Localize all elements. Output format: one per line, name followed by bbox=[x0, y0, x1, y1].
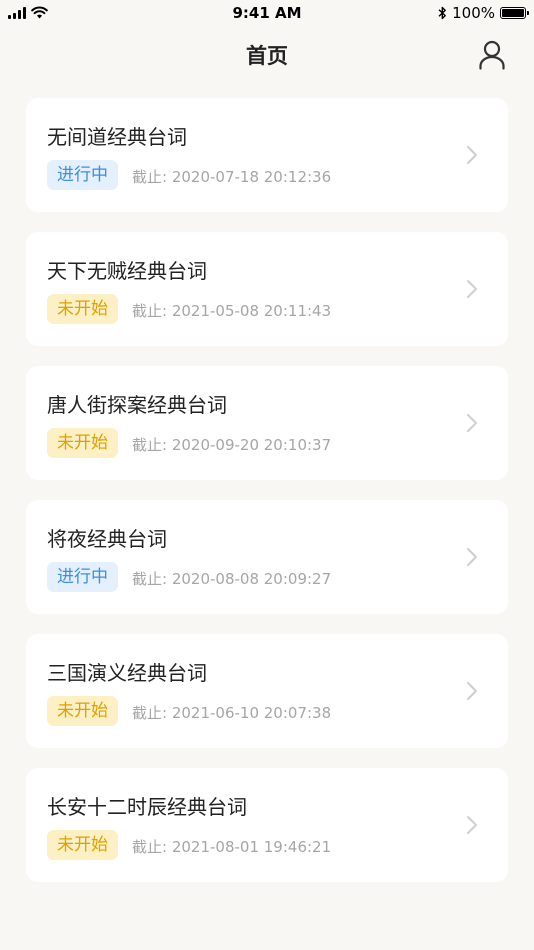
list-item[interactable]: 无间道经典台词进行中 截止: 2020-07-18 20:12:36 bbox=[26, 98, 508, 212]
item-deadline: 截止: 2021-08-01 19:46:21 bbox=[132, 838, 332, 856]
item-list: 无间道经典台词 进行中 截止: 2020-07-18 20:12:36 天下无贼经典台… bbox=[26, 98, 508, 902]
item-title: 长安十二时辰经典台词 bbox=[47, 795, 247, 819]
item-deadline: 截止: 2020-07-18 20:12:36 bbox=[132, 168, 332, 186]
battery-level bbox=[502, 9, 524, 17]
item-deadline: 截止: 2021-05-08 20:11:43 bbox=[132, 302, 332, 320]
item-title: 无间道经典台词 bbox=[47, 125, 187, 149]
chevron-right-icon bbox=[467, 682, 477, 700]
status-badge: 未开始 bbox=[47, 294, 118, 324]
page-title: 首页 bbox=[246, 44, 288, 68]
status-badge: 进行中 bbox=[47, 160, 118, 190]
status-bar: 9:41 AM 100% bbox=[0, 0, 534, 28]
battery-percent: 100% bbox=[452, 4, 495, 22]
item-deadline: 截止: 2021-06-10 20:07:38 bbox=[132, 704, 332, 722]
list-item[interactable]: 将夜经典台词进行中 截止: 2020-08-08 20:09:27 bbox=[26, 500, 508, 614]
list-item[interactable]: 天下无贼经典台词未开始 截止: 2021-05-08 20:11:43 bbox=[26, 232, 508, 346]
status-bar-right: 100% bbox=[438, 4, 529, 22]
item-deadline: 截止: 2020-09-20 20:10:37 bbox=[132, 436, 332, 454]
user-icon bbox=[479, 40, 505, 70]
chevron-right-icon bbox=[467, 548, 477, 566]
list-item[interactable]: 三国演义经典台词未开始 截止: 2021-06-10 20:07:38 bbox=[26, 634, 508, 748]
status-badge: 进行中 bbox=[47, 562, 118, 592]
status-badge: 未开始 bbox=[47, 428, 118, 458]
chevron-right-icon bbox=[467, 816, 477, 834]
chevron-right-icon bbox=[467, 280, 477, 298]
item-title: 将夜经典台词 bbox=[47, 527, 167, 551]
battery-icon bbox=[500, 7, 529, 19]
list-item[interactable]: 长安十二时辰经典台词未开始 截止: 2021-08-01 19:46:21 bbox=[26, 768, 508, 882]
item-title: 唐人街探案经典台词 bbox=[47, 393, 227, 417]
list-item[interactable]: 唐人街探案经典台词未开始 截止: 2020-09-20 20:10:37 bbox=[26, 366, 508, 480]
item-title: 天下无贼经典台词 bbox=[47, 259, 207, 283]
item-deadline: 截止: 2020-08-08 20:09:27 bbox=[132, 570, 332, 588]
chevron-right-icon bbox=[467, 414, 477, 432]
user-profile-button[interactable] bbox=[478, 40, 506, 70]
bluetooth-icon bbox=[438, 6, 447, 20]
status-badge: 未开始 bbox=[47, 696, 118, 726]
status-badge: 未开始 bbox=[47, 830, 118, 860]
item-title: 三国演义经典台词 bbox=[47, 661, 207, 685]
chevron-right-icon bbox=[467, 146, 477, 164]
